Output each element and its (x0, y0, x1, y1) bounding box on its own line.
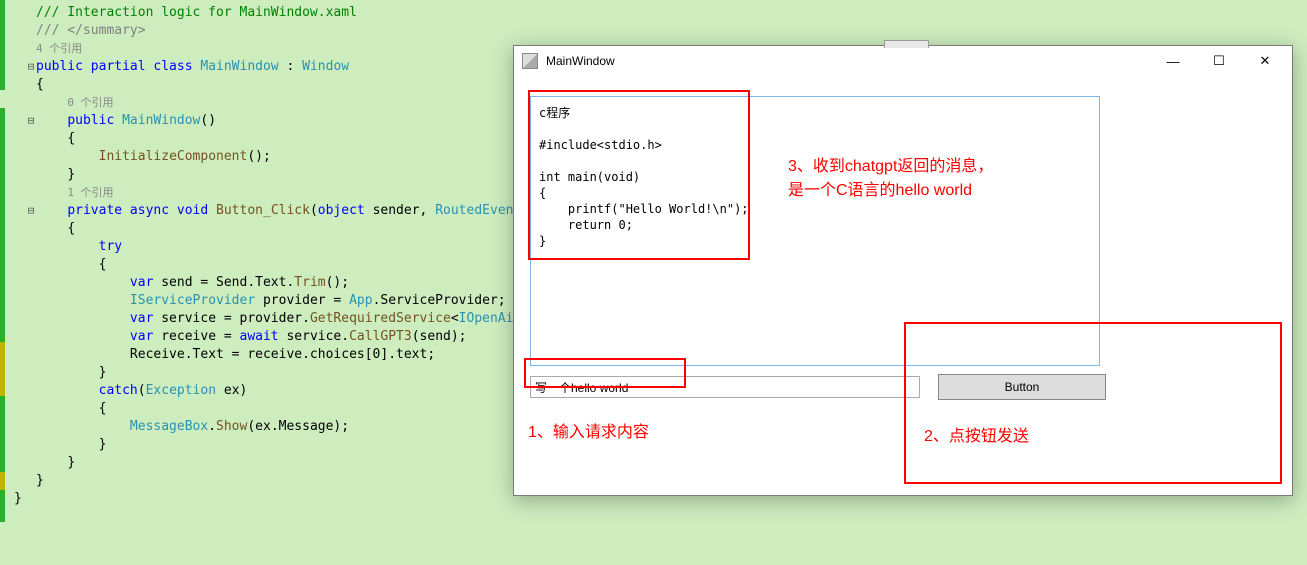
annotation-text-1: 1、输入请求内容 (528, 418, 649, 442)
window-title: MainWindow (546, 54, 1150, 68)
code-comment: /// </summary> (36, 22, 146, 40)
code-comment: /// Interaction logic for MainWindow.xam… (36, 4, 357, 22)
maximize-button[interactable]: ☐ (1196, 46, 1242, 76)
minimize-button[interactable]: — (1150, 46, 1196, 76)
annotation-text-3: 3、收到chatgpt返回的消息， (788, 152, 993, 176)
debug-handle-icon[interactable] (884, 40, 929, 48)
receive-textbox[interactable]: c程序 #include<stdio.h> int main(void) { p… (530, 96, 1100, 366)
annotation-text-3b: 是一个C语言的hello world (788, 176, 972, 200)
fold-icon[interactable]: ⊟ (26, 202, 36, 220)
close-button[interactable]: ✕ (1242, 46, 1288, 76)
send-input[interactable] (530, 376, 920, 398)
codelens-refs[interactable]: 0 个引用 (67, 94, 113, 112)
annotation-text-2: 2、点按钮发送 (924, 422, 1029, 446)
fold-icon[interactable]: ⊟ (26, 112, 36, 130)
fold-icon[interactable]: ⊟ (26, 58, 36, 76)
titlebar[interactable]: MainWindow — ☐ ✕ (514, 46, 1292, 76)
send-button[interactable]: Button (938, 374, 1106, 400)
app-icon (522, 53, 538, 69)
codelens-refs[interactable]: 4 个引用 (36, 40, 82, 58)
codelens-refs[interactable]: 1 个引用 (67, 184, 113, 202)
